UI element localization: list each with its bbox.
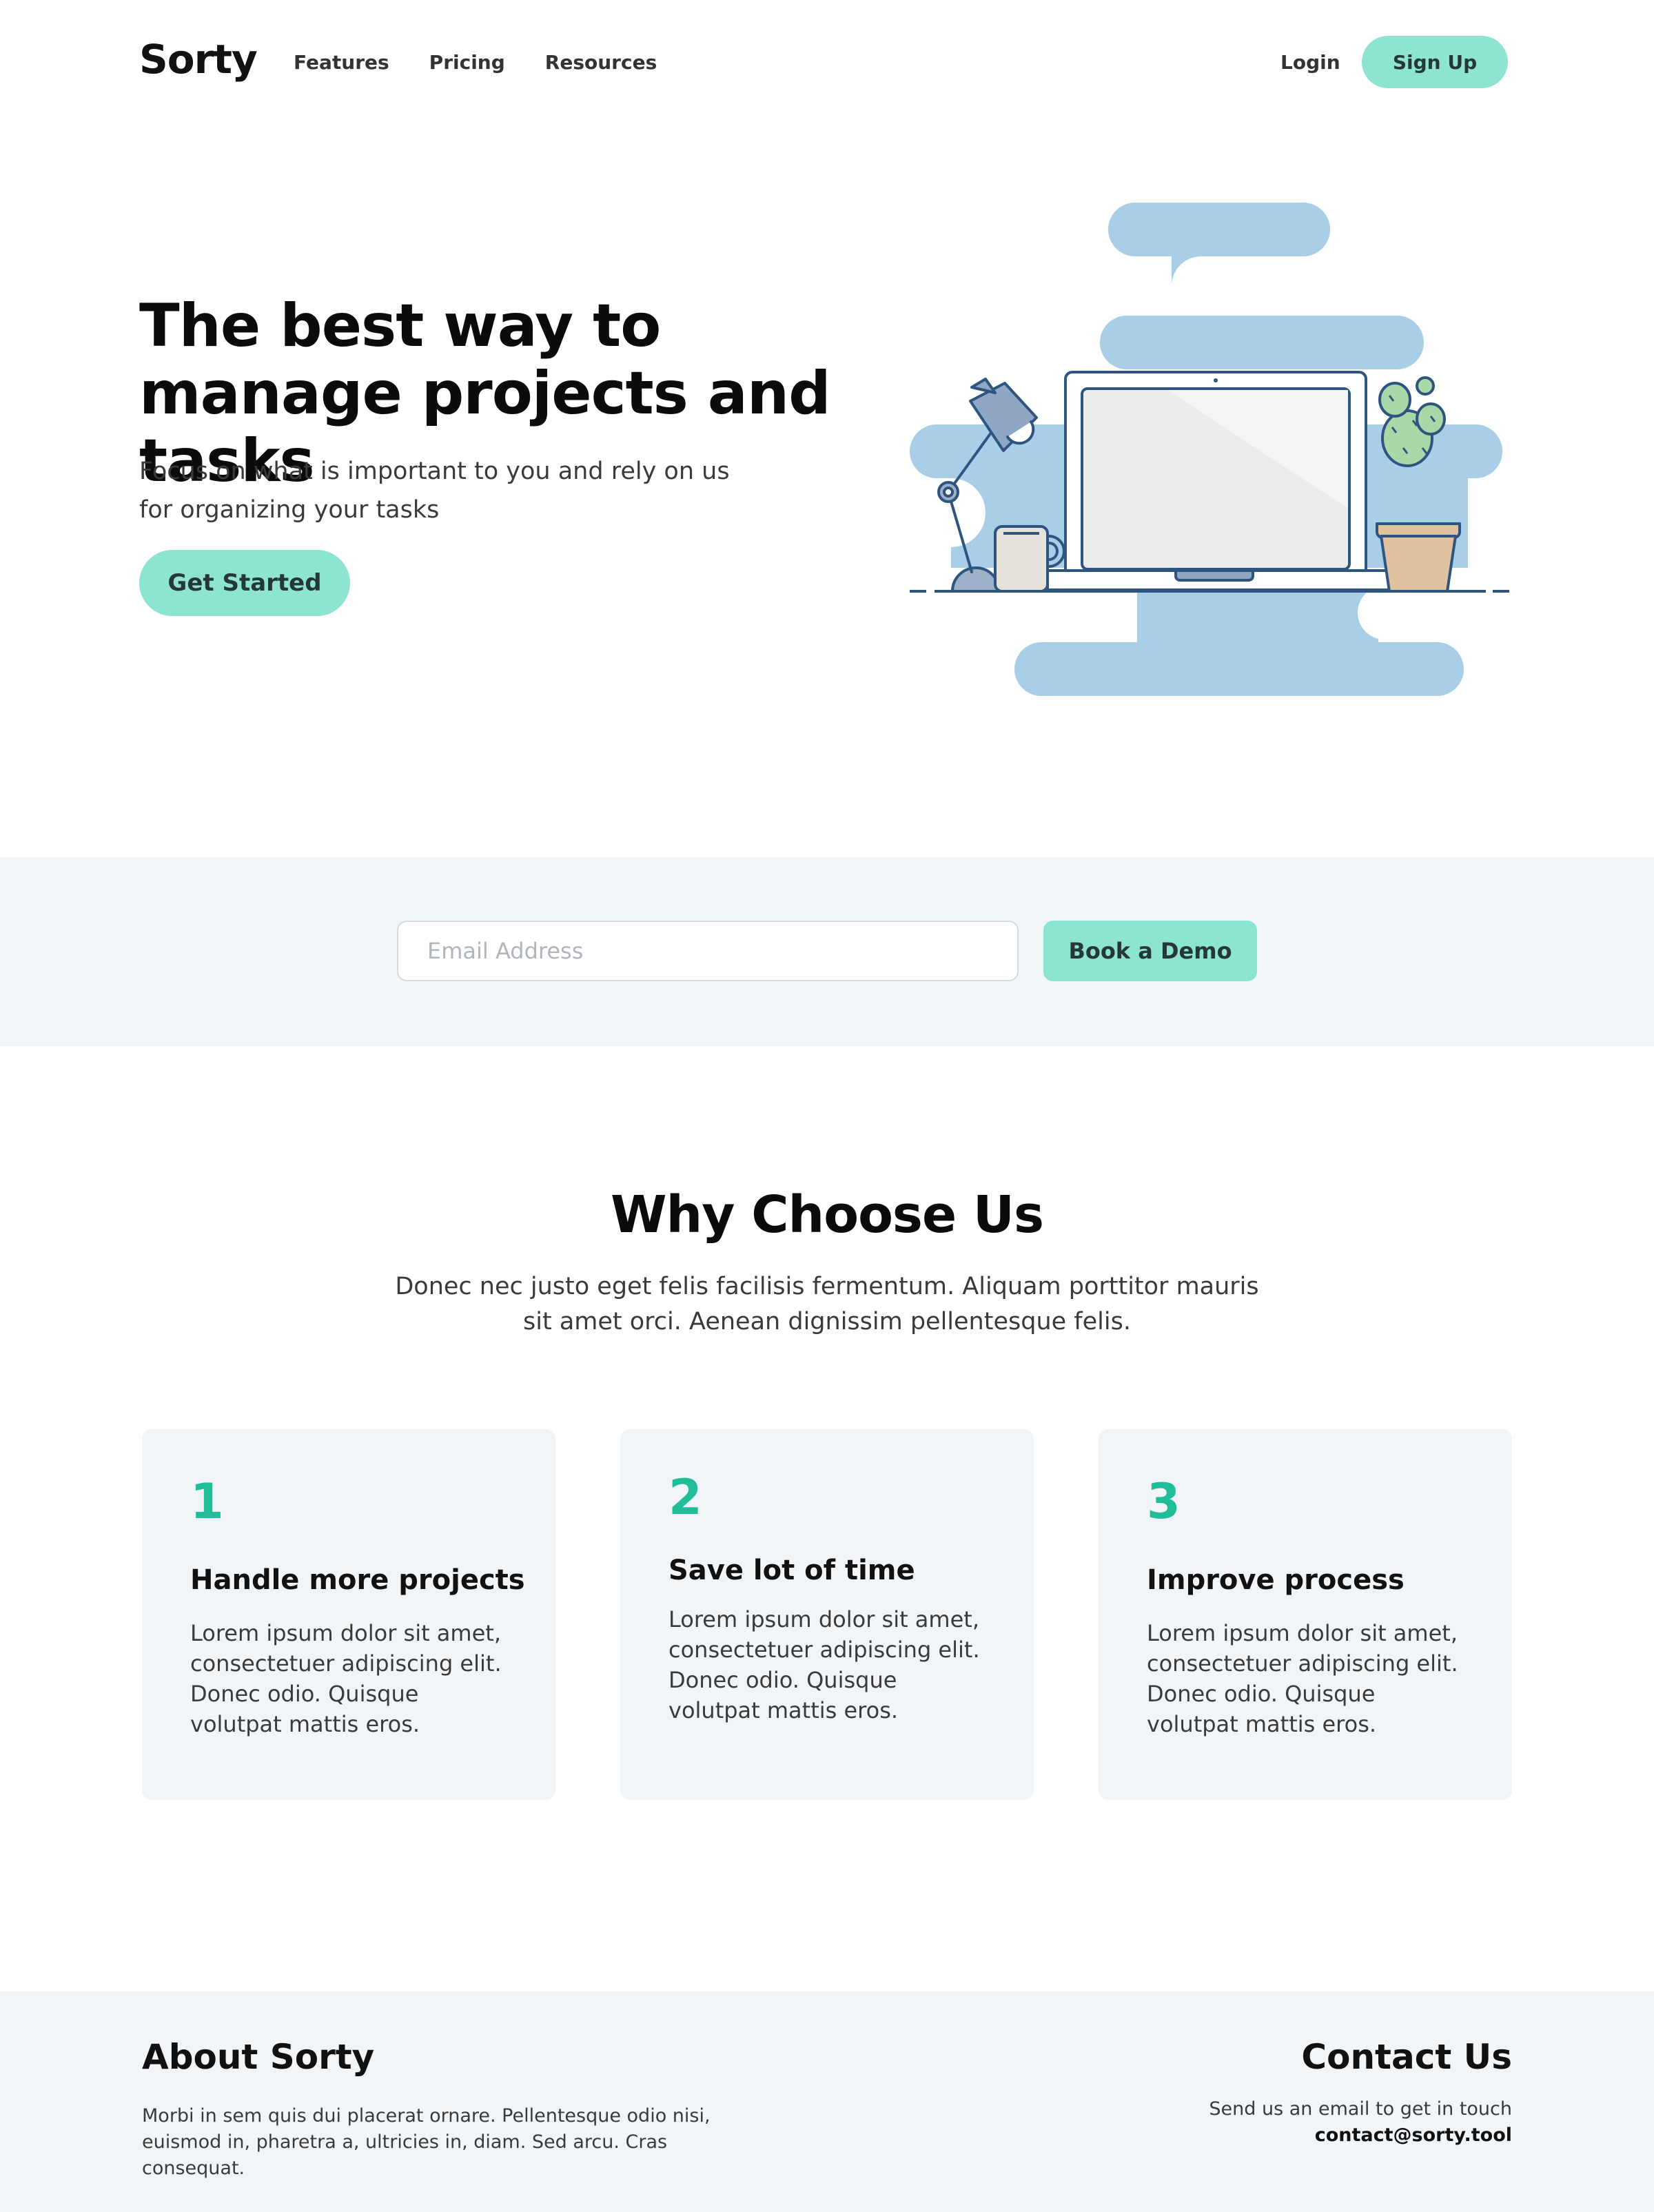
feature-card: 1 Handle more projects Lorem ipsum dolor… — [142, 1429, 555, 1800]
about-text: Morbi in sem quis dui placerat ornare. P… — [142, 2105, 711, 2179]
demo-band: Book a Demo — [0, 857, 1654, 1046]
email-input[interactable] — [397, 921, 1019, 981]
feature-card: 3 Improve process Lorem ipsum dolor sit … — [1099, 1429, 1512, 1800]
feature-card: 2 Save lot of time Lorem ipsum dolor sit… — [620, 1429, 1034, 1800]
footer: About Sorty Morbi in sem quis dui placer… — [0, 1991, 1654, 2212]
card-title: Save lot of time — [668, 1555, 915, 1586]
login-link[interactable]: Login — [1280, 51, 1340, 74]
contact-email-link[interactable]: contact@sorty.tool — [1315, 2122, 1512, 2149]
about-title: About Sorty — [142, 2037, 375, 2077]
top-nav: Sorty Features Pricing Resources Login S… — [0, 0, 1654, 124]
sign-up-button[interactable]: Sign Up — [1362, 36, 1508, 88]
card-number: 2 — [668, 1469, 702, 1526]
card-title: Improve process — [1147, 1564, 1405, 1596]
card-number: 1 — [190, 1473, 224, 1530]
desk-illustration — [910, 203, 1516, 696]
card-text: Lorem ipsum dolor sit amet, consectetuer… — [1147, 1620, 1458, 1737]
book-demo-button[interactable]: Book a Demo — [1043, 921, 1257, 981]
contact-title: Contact Us — [1301, 2037, 1512, 2077]
card-number: 3 — [1147, 1473, 1181, 1530]
nav-link-features[interactable]: Features — [294, 51, 389, 74]
contact-text: Send us an email to get in touch — [1209, 2098, 1512, 2120]
nav-link-resources[interactable]: Resources — [545, 51, 657, 74]
logo[interactable]: Sorty — [139, 36, 258, 83]
nav-link-pricing[interactable]: Pricing — [429, 51, 505, 74]
nav-links: Features Pricing Resources — [294, 51, 657, 74]
card-text: Lorem ipsum dolor sit amet, consectetuer… — [190, 1620, 502, 1737]
why-title: Why Choose Us — [610, 1185, 1044, 1245]
card-text: Lorem ipsum dolor sit amet, consectetuer… — [668, 1606, 980, 1723]
laptop-icon — [1046, 371, 1419, 591]
get-started-button[interactable]: Get Started — [139, 550, 350, 616]
hero-subtitle: Focus on what is important to you and re… — [139, 458, 730, 524]
card-title: Handle more projects — [190, 1564, 525, 1596]
why-subtitle: Donec nec justo eget felis facilisis fer… — [395, 1273, 1259, 1335]
